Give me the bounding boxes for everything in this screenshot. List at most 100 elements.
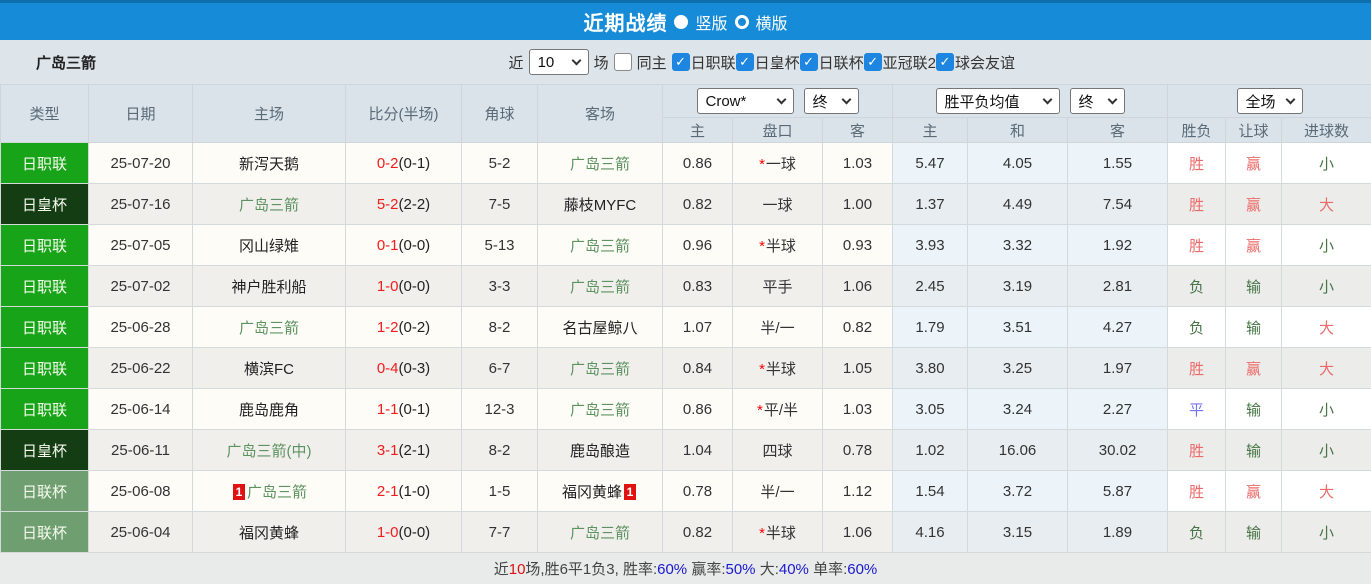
league-type-cell: 日职联 [1,266,89,307]
title-bar: 近期战绩 竖版 横版 [0,0,1371,40]
league-filter-label: 亚冠联2 [883,52,936,73]
league-filter-item: ✓亚冠联2 [864,52,936,73]
league-filter-checkbox[interactable]: ✓ [864,53,882,71]
avg-home-cell: 5.47 [893,143,968,184]
halftime-score: (2-2) [399,196,431,213]
header-type: 类型 [1,85,89,143]
avg-home-cell: 3.93 [893,225,968,266]
league-filter-label: 日皇杯 [755,52,800,73]
fulltime-score: 0-2 [377,155,399,172]
subheader-avg-away: 客 [1068,118,1168,143]
odds-company-select[interactable]: Crow* [697,88,794,114]
score-cell: 3-1(2-1) [346,430,462,471]
team-name-text: 广岛三箭 [570,279,630,296]
avg-away-cell: 1.97 [1068,348,1168,389]
avg-time-select[interactable]: 终 [1070,88,1125,114]
away-odds-cell: 1.00 [823,184,893,225]
team-name-text: 广岛三箭 [570,361,630,378]
corners-cell: 6-7 [462,348,538,389]
period-select[interactable]: 全场 [1237,88,1303,114]
avg-draw-cell: 3.15 [968,512,1068,553]
home-odds-cell: 0.84 [663,348,733,389]
team-name-text: 广岛三箭 [239,320,299,337]
goals-result-cell: 大 [1282,348,1371,389]
handicap-cell: *一球 [733,143,823,184]
away-team-cell: 藤枝MYFC [538,184,663,225]
avg-away-cell: 1.92 [1068,225,1168,266]
table-row: 日职联25-07-05冈山绿雉0-1(0-0)5-13广岛三箭0.96*半球0.… [1,225,1371,266]
league-filter-checkbox[interactable]: ✓ [936,53,954,71]
halftime-score: (2-1) [399,442,431,459]
halftime-score: (0-1) [399,155,431,172]
league-filter-checkbox[interactable]: ✓ [736,53,754,71]
fulltime-score: 1-1 [377,401,399,418]
league-filter-item: ✓球会友谊 [936,52,1015,73]
handicap-result-cell: 赢 [1226,225,1282,266]
team-name-text: 广岛三箭 [239,197,299,214]
corners-cell: 7-5 [462,184,538,225]
away-odds-cell: 0.82 [823,307,893,348]
summary-segment: 赢率: [687,561,725,578]
avg-odds-value: 胜平负均值 [945,91,1020,112]
score-cell: 1-2(0-2) [346,307,462,348]
league-type-cell: 日职联 [1,143,89,184]
halftime-score: (1-0) [399,483,431,500]
home-team-cell: 广岛三箭(中) [193,430,346,471]
match-rows: 日职联25-07-20新泻天鹅0-2(0-1)5-2广岛三箭0.86*一球1.0… [1,143,1371,553]
fulltime-score: 0-4 [377,360,399,377]
fulltime-score: 1-0 [377,524,399,541]
handicap-cell: *平/半 [733,389,823,430]
score-cell: 5-2(2-2) [346,184,462,225]
goals-result-cell: 大 [1282,307,1371,348]
same-home-checkbox[interactable] [614,53,632,71]
corners-cell: 7-7 [462,512,538,553]
goals-result-cell: 小 [1282,266,1371,307]
score-cell: 1-0(0-0) [346,512,462,553]
league-type-cell: 日联杯 [1,471,89,512]
corners-cell: 1-5 [462,471,538,512]
corners-cell: 8-2 [462,307,538,348]
team-name-text: 广岛三箭 [570,402,630,419]
date-cell: 25-06-08 [89,471,193,512]
radio-vertical-label: 竖版 [695,10,727,34]
avg-odds-select[interactable]: 胜平负均值 [936,88,1060,114]
goals-result-cell: 小 [1282,225,1371,266]
home-odds-cell: 1.04 [663,430,733,471]
halftime-score: (0-0) [399,278,431,295]
fulltime-score: 0-1 [377,237,399,254]
date-cell: 25-07-02 [89,266,193,307]
recent-prefix-label: 近 [509,52,524,73]
header-away: 客场 [538,85,663,143]
table-row: 日联杯25-06-081广岛三箭2-1(1-0)1-5福冈黄蜂10.78半/一1… [1,471,1371,512]
home-odds-cell: 0.86 [663,389,733,430]
period-value: 全场 [1246,91,1276,112]
score-cell: 2-1(1-0) [346,471,462,512]
handicap-result-cell: 输 [1226,512,1282,553]
away-odds-cell: 1.05 [823,348,893,389]
team-name-text: 广岛三箭 [570,156,630,173]
team-name-text: 鹿岛鹿角 [239,402,299,419]
avg-away-cell: 30.02 [1068,430,1168,471]
avg-draw-cell: 3.72 [968,471,1068,512]
summary-segment: 10 [509,561,526,578]
team-name-text: 福冈黄蜂 [239,525,299,542]
page-title: 近期战绩 [583,7,667,36]
avg-away-cell: 1.89 [1068,512,1168,553]
odds-company-time-select[interactable]: 终 [804,88,859,114]
score-cell: 1-0(0-0) [346,266,462,307]
radio-horizontal-layout[interactable]: 横版 [735,10,788,34]
avg-away-cell: 7.54 [1068,184,1168,225]
home-team-cell: 鹿岛鹿角 [193,389,346,430]
league-filter-checkbox[interactable]: ✓ [672,53,690,71]
league-filter-label: 日职联 [691,52,736,73]
avg-time-value: 终 [1079,91,1094,112]
away-odds-cell: 1.06 [823,512,893,553]
league-filter-checkbox[interactable]: ✓ [800,53,818,71]
league-type-cell: 日职联 [1,348,89,389]
date-cell: 25-06-14 [89,389,193,430]
radio-vertical-layout[interactable]: 竖版 [674,10,727,34]
avg-away-cell: 4.27 [1068,307,1168,348]
recent-count-select[interactable]: 10 [529,49,589,75]
team-name-text: 福冈黄蜂 [562,484,622,501]
away-team-cell: 广岛三箭 [538,348,663,389]
